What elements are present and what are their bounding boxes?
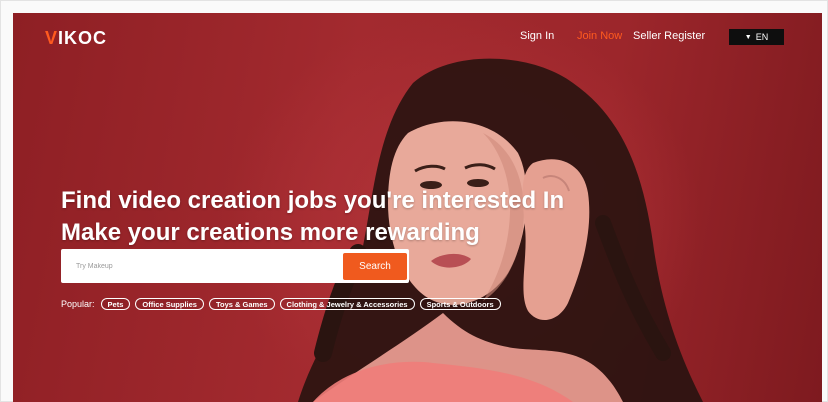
hero-section: V IKOC Sign In Join Now Seller Register ▼… xyxy=(13,13,822,402)
top-navigation: Sign In Join Now Seller Register ▼ EN xyxy=(13,29,822,49)
popular-tag-clothing-jewelry-accessories[interactable]: Clothing & Jewelry & Accessories xyxy=(279,298,415,310)
search-button[interactable]: Search xyxy=(343,253,407,280)
caret-down-icon: ▼ xyxy=(744,33,752,41)
headline-line-2: Make your creations more rewarding xyxy=(61,219,480,246)
popular-tags: Popular: Pets Office Supplies Toys & Gam… xyxy=(61,297,501,311)
popular-tag-sports-outdoors[interactable]: Sports & Outdoors xyxy=(419,298,501,310)
hero-headline: Find video creation jobs you're interest… xyxy=(61,185,701,249)
search-input[interactable] xyxy=(61,249,339,283)
join-now-link[interactable]: Join Now xyxy=(577,30,622,42)
popular-tag-office-supplies[interactable]: Office Supplies xyxy=(135,298,204,310)
sign-in-link[interactable]: Sign In xyxy=(520,30,554,42)
popular-tag-pets[interactable]: Pets xyxy=(100,298,131,310)
language-label: EN xyxy=(755,32,769,42)
headline-line-1: Find video creation jobs you're interest… xyxy=(61,187,565,214)
search-bar: Search xyxy=(61,249,409,283)
popular-tag-toys-games[interactable]: Toys & Games xyxy=(208,298,275,310)
seller-register-link[interactable]: Seller Register xyxy=(633,30,705,42)
popular-label: Popular: xyxy=(61,299,95,309)
browser-frame: V IKOC Sign In Join Now Seller Register ▼… xyxy=(0,0,828,402)
language-selector[interactable]: ▼ EN xyxy=(729,29,784,45)
